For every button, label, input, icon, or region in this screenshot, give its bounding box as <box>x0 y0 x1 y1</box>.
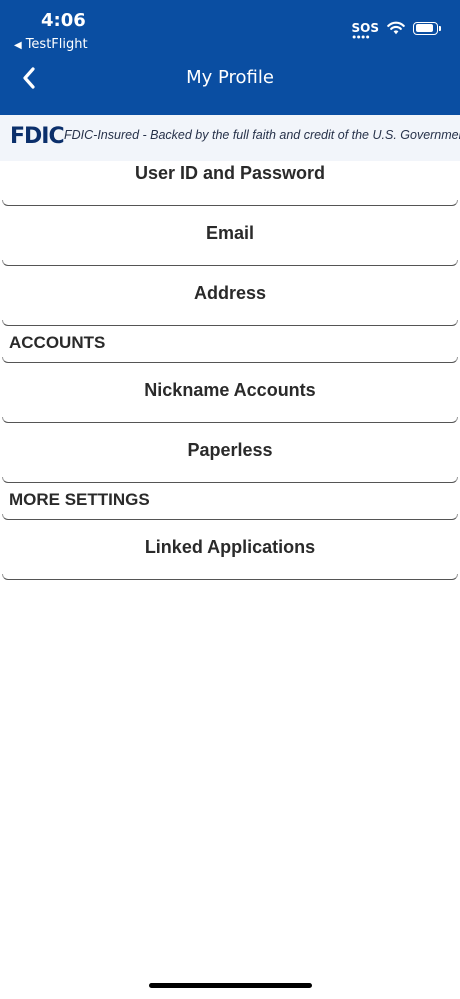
menu-item-label: User ID and Password <box>134 163 326 183</box>
home-indicator[interactable] <box>149 983 312 988</box>
paperless-item[interactable]: Paperless <box>0 423 460 477</box>
battery-icon <box>413 21 441 35</box>
menu-item-label: Nickname Accounts <box>144 379 316 400</box>
signal-dots-icon: ●●●● <box>352 34 371 39</box>
back-app-label: TestFlight <box>25 37 88 52</box>
back-to-testflight[interactable]: ◀ TestFlight <box>14 37 88 52</box>
section-header-label: MORE SETTINGS <box>9 490 150 509</box>
wifi-icon <box>387 21 405 35</box>
menu-item-label: Email <box>205 222 255 243</box>
sos-indicator: SOS ●●●● <box>351 21 380 39</box>
status-icons: SOS ●●●● <box>351 19 441 39</box>
menu-item-label: Linked Applications <box>144 536 316 557</box>
divider <box>2 574 458 580</box>
section-header-label: ACCOUNTS <box>9 333 106 352</box>
user-id-password-item[interactable]: User ID and Password <box>0 161 460 200</box>
back-triangle-icon: ◀ <box>14 40 22 51</box>
email-item[interactable]: Email <box>0 206 460 260</box>
fdic-banner: FDIC FDIC-Insured - Backed by the full f… <box>0 115 460 161</box>
fdic-disclaimer: FDIC-Insured - Backed by the full faith … <box>64 128 460 142</box>
menu-item-label: Paperless <box>187 439 273 460</box>
linked-applications-item[interactable]: Linked Applications <box>0 520 460 574</box>
profile-menu: User ID and Password Email Address ACCOU… <box>0 161 460 580</box>
app-header: 4:06 ◀ TestFlight SOS ●●●● My Profile <box>0 0 460 115</box>
fdic-logo: FDIC <box>10 124 65 149</box>
page-title: My Profile <box>186 67 274 88</box>
sos-label: SOS <box>351 21 380 35</box>
more-settings-section-header: MORE SETTINGS <box>0 483 460 514</box>
menu-item-label: Address <box>193 282 267 303</box>
address-item[interactable]: Address <box>0 266 460 320</box>
accounts-section-header: ACCOUNTS <box>0 326 460 357</box>
nickname-accounts-item[interactable]: Nickname Accounts <box>0 363 460 417</box>
status-time: 4:06 <box>41 10 86 31</box>
